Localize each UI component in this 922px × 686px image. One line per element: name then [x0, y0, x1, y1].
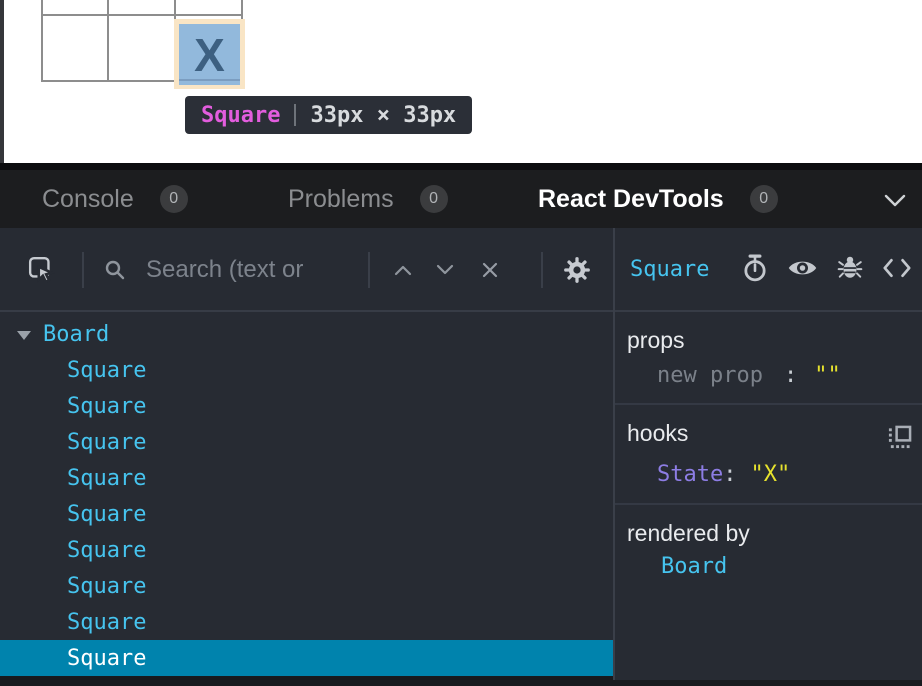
clear-search-icon[interactable] — [481, 261, 499, 279]
props-label: props — [627, 326, 922, 354]
tooltip-separator — [294, 104, 296, 126]
tab-problems[interactable]: Problems 0 — [288, 170, 448, 228]
components-toolbar — [0, 228, 613, 312]
eye-inspect-dom-icon[interactable] — [787, 258, 818, 283]
chevron-down-icon[interactable] — [884, 194, 906, 212]
next-result-icon[interactable] — [436, 264, 454, 276]
tree-row-label: Square — [67, 502, 146, 527]
board-grid-line — [41, 14, 243, 16]
inspector-actions — [742, 228, 912, 312]
props-section: props new prop : "" — [615, 312, 922, 405]
rendered-by-row: Board — [661, 553, 922, 581]
component-tree: Board Square Square Square Square Square… — [0, 316, 613, 676]
tree-row-label: Square — [67, 430, 146, 455]
owner-board-link[interactable]: Board — [661, 553, 727, 581]
tree-row-square[interactable]: Square — [0, 568, 613, 604]
board-grid-line — [41, 0, 43, 82]
tooltip-component-name: Square — [201, 103, 280, 128]
tree-row-square[interactable]: Square — [0, 388, 613, 424]
drawer-tabbar: Console 0 Problems 0 React DevTools 0 — [0, 170, 922, 228]
tree-row-square[interactable]: Square — [0, 352, 613, 388]
tab-console-badge: 0 — [160, 185, 188, 213]
state-hook-label: State — [657, 461, 723, 489]
square-cell-button[interactable]: X — [179, 24, 240, 85]
tree-row-square[interactable]: Square — [0, 424, 613, 460]
tree-row-square[interactable]: Square — [0, 604, 613, 640]
state-hook-row: State : "X" — [657, 461, 922, 489]
suspend-timer-icon[interactable] — [742, 254, 768, 287]
inspected-page: X Square 33px × 33px — [0, 0, 922, 163]
react-devtools-panel: Board Square Square Square Square Square… — [0, 228, 922, 686]
inspector-pane: Square — [615, 228, 922, 686]
element-size-tooltip: Square 33px × 33px — [185, 96, 472, 134]
colon: : — [723, 461, 736, 489]
toolbar-divider — [82, 252, 84, 288]
tree-row-label: Square — [67, 394, 146, 419]
tree-row-label: Square — [67, 466, 146, 491]
inspect-highlight-gridline — [179, 79, 240, 81]
tree-row-square-selected[interactable]: Square — [0, 640, 613, 676]
toolbar-divider — [541, 252, 543, 288]
new-prop-value-input[interactable]: "" — [814, 362, 841, 390]
inspector-header: Square — [615, 228, 922, 312]
state-hook-value[interactable]: "X" — [750, 461, 790, 489]
previous-result-icon[interactable] — [394, 264, 412, 276]
new-prop-input[interactable]: new prop — [657, 362, 763, 390]
inspect-element-icon[interactable] — [28, 256, 56, 284]
tab-react-devtools-badge: 0 — [750, 185, 778, 213]
board-grid-line — [107, 0, 109, 82]
tree-row-label: Square — [67, 610, 146, 635]
tree-row-board[interactable]: Board — [0, 316, 613, 352]
search-icon — [104, 259, 126, 281]
parse-hook-names-icon[interactable] — [887, 425, 912, 455]
rendered-by-section: rendered by Board — [615, 505, 922, 615]
tab-react-devtools-label: React DevTools — [538, 185, 724, 214]
tooltip-dimensions: 33px × 33px — [310, 103, 456, 128]
tab-console[interactable]: Console 0 — [42, 170, 188, 228]
selected-component-title: Square — [630, 257, 709, 282]
hooks-section: hooks — [615, 405, 922, 505]
search-input[interactable] — [146, 254, 361, 286]
rendered-by-label: rendered by — [627, 519, 922, 547]
drawer-top-border — [0, 163, 922, 170]
devtools-window: X Square 33px × 33px Console 0 Problems … — [0, 0, 922, 686]
expander-triangle-icon[interactable] — [17, 331, 31, 340]
tab-problems-badge: 0 — [420, 185, 448, 213]
tab-problems-label: Problems — [288, 185, 394, 214]
tab-react-devtools[interactable]: React DevTools 0 — [538, 170, 778, 228]
tree-row-label: Square — [67, 646, 146, 671]
hooks-label: hooks — [627, 419, 922, 447]
view-source-icon[interactable] — [882, 258, 912, 283]
page-left-edge — [0, 0, 4, 163]
gear-icon[interactable] — [563, 256, 591, 284]
tree-row-square[interactable]: Square — [0, 532, 613, 568]
tab-console-label: Console — [42, 185, 134, 214]
new-prop-row: new prop : "" — [657, 362, 922, 390]
tree-row-label: Square — [67, 574, 146, 599]
tree-row-label: Board — [43, 322, 109, 347]
colon: : — [784, 362, 797, 390]
toolbar-divider — [368, 252, 370, 288]
tree-row-label: Square — [67, 358, 146, 383]
tree-row-square[interactable]: Square — [0, 460, 613, 496]
bug-log-data-icon[interactable] — [837, 254, 863, 286]
tree-row-label: Square — [67, 538, 146, 563]
tree-row-square[interactable]: Square — [0, 496, 613, 532]
